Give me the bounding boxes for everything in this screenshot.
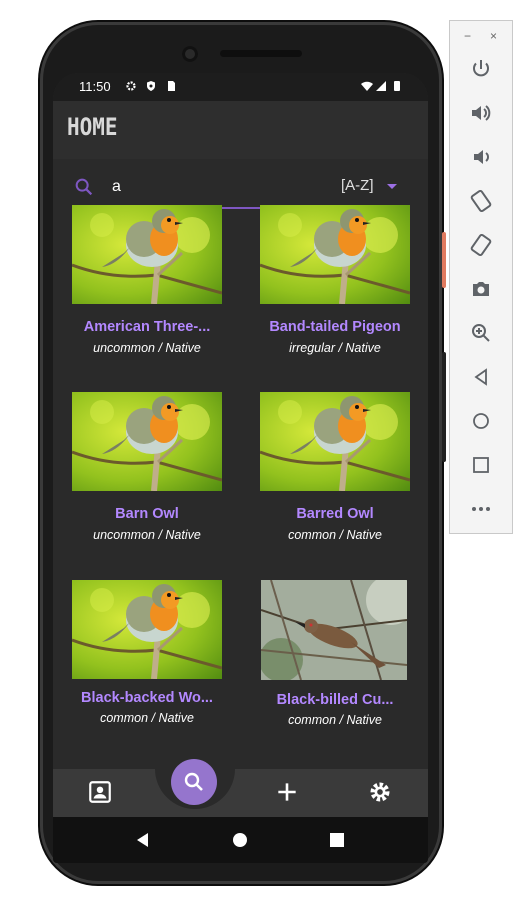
back-icon[interactable] xyxy=(135,832,151,848)
bird-photo xyxy=(72,205,222,304)
bird-photo xyxy=(260,205,410,304)
bird-name: Band-tailed Pigeon xyxy=(269,319,401,335)
volume-up-icon[interactable] xyxy=(469,101,493,125)
bird-card[interactable]: Barred Owl common / Native xyxy=(251,392,411,567)
signal-status-icon xyxy=(376,81,386,91)
front-camera xyxy=(182,46,198,62)
bird-photo xyxy=(261,580,407,680)
status-time: 11:50 xyxy=(79,79,111,94)
bird-name: American Three-... xyxy=(83,319,211,335)
overview-icon[interactable] xyxy=(329,832,345,848)
bird-photo xyxy=(260,392,410,491)
sort-dropdown-label[interactable]: [A-Z] xyxy=(341,177,374,194)
page-title: HOME xyxy=(67,113,118,141)
power-icon[interactable] xyxy=(469,57,493,81)
bird-status: common / Native xyxy=(288,528,382,542)
bird-name: Black-backed Wo... xyxy=(81,690,213,706)
bird-name: Barn Owl xyxy=(115,506,179,522)
search-icon xyxy=(75,178,93,196)
bird-photo xyxy=(72,392,222,491)
bird-status: common / Native xyxy=(288,713,382,727)
status-bar: 11:50 xyxy=(53,73,428,101)
bird-name: Barred Owl xyxy=(296,506,374,522)
bird-status: uncommon / Native xyxy=(93,528,201,542)
bird-photo xyxy=(72,580,222,679)
bird-card[interactable]: Barn Owl uncommon / Native xyxy=(63,392,223,567)
bird-card[interactable]: Band-tailed Pigeon irregular / Native xyxy=(251,205,411,380)
overview-icon[interactable] xyxy=(469,453,493,477)
search-fab[interactable] xyxy=(171,759,217,805)
app-bar: HOME xyxy=(53,101,428,159)
earpiece-speaker xyxy=(220,50,302,57)
close-button[interactable]: × xyxy=(490,29,497,43)
search-input[interactable] xyxy=(110,173,344,201)
volume-side-button[interactable] xyxy=(442,352,446,462)
home-icon[interactable] xyxy=(469,409,493,433)
bottom-navigation xyxy=(53,759,428,817)
shield-status-icon xyxy=(147,81,155,91)
bird-card[interactable]: Black-backed Wo... common / Native xyxy=(63,580,223,755)
search-icon xyxy=(184,772,203,791)
contact-icon[interactable] xyxy=(87,779,113,805)
wifi-status-icon xyxy=(361,81,373,91)
rotate-left-icon[interactable] xyxy=(469,189,493,213)
power-side-button[interactable] xyxy=(442,232,446,288)
battery-status-icon xyxy=(394,81,400,91)
home-icon[interactable] xyxy=(232,832,248,848)
bird-status: irregular / Native xyxy=(289,341,381,355)
back-icon[interactable] xyxy=(469,365,493,389)
bird-card[interactable]: American Three-... uncommon / Native xyxy=(63,205,223,380)
bird-name: Black-billed Cu... xyxy=(276,692,394,708)
main-content: [A-Z] xyxy=(53,159,428,769)
rotate-right-icon[interactable] xyxy=(469,233,493,257)
bird-card[interactable]: Black-billed Cu... common / Native xyxy=(251,580,411,755)
phone-screen: 11:50 HOME [A-Z] xyxy=(53,73,428,863)
minimize-button[interactable]: − xyxy=(464,29,471,43)
bird-status: uncommon / Native xyxy=(93,341,201,355)
emulator-toolbar: − × xyxy=(449,20,513,534)
settings-status-icon xyxy=(126,81,136,91)
sdcard-status-icon xyxy=(168,81,175,91)
more-icon[interactable] xyxy=(469,497,493,521)
add-icon[interactable] xyxy=(274,779,300,805)
zoom-icon[interactable] xyxy=(469,321,493,345)
screenshot-icon[interactable] xyxy=(469,277,493,301)
system-navigation-bar xyxy=(53,817,428,863)
chevron-down-icon[interactable] xyxy=(387,184,397,189)
bird-status: common / Native xyxy=(100,711,194,725)
settings-icon[interactable] xyxy=(367,779,393,805)
volume-down-icon[interactable] xyxy=(469,145,493,169)
